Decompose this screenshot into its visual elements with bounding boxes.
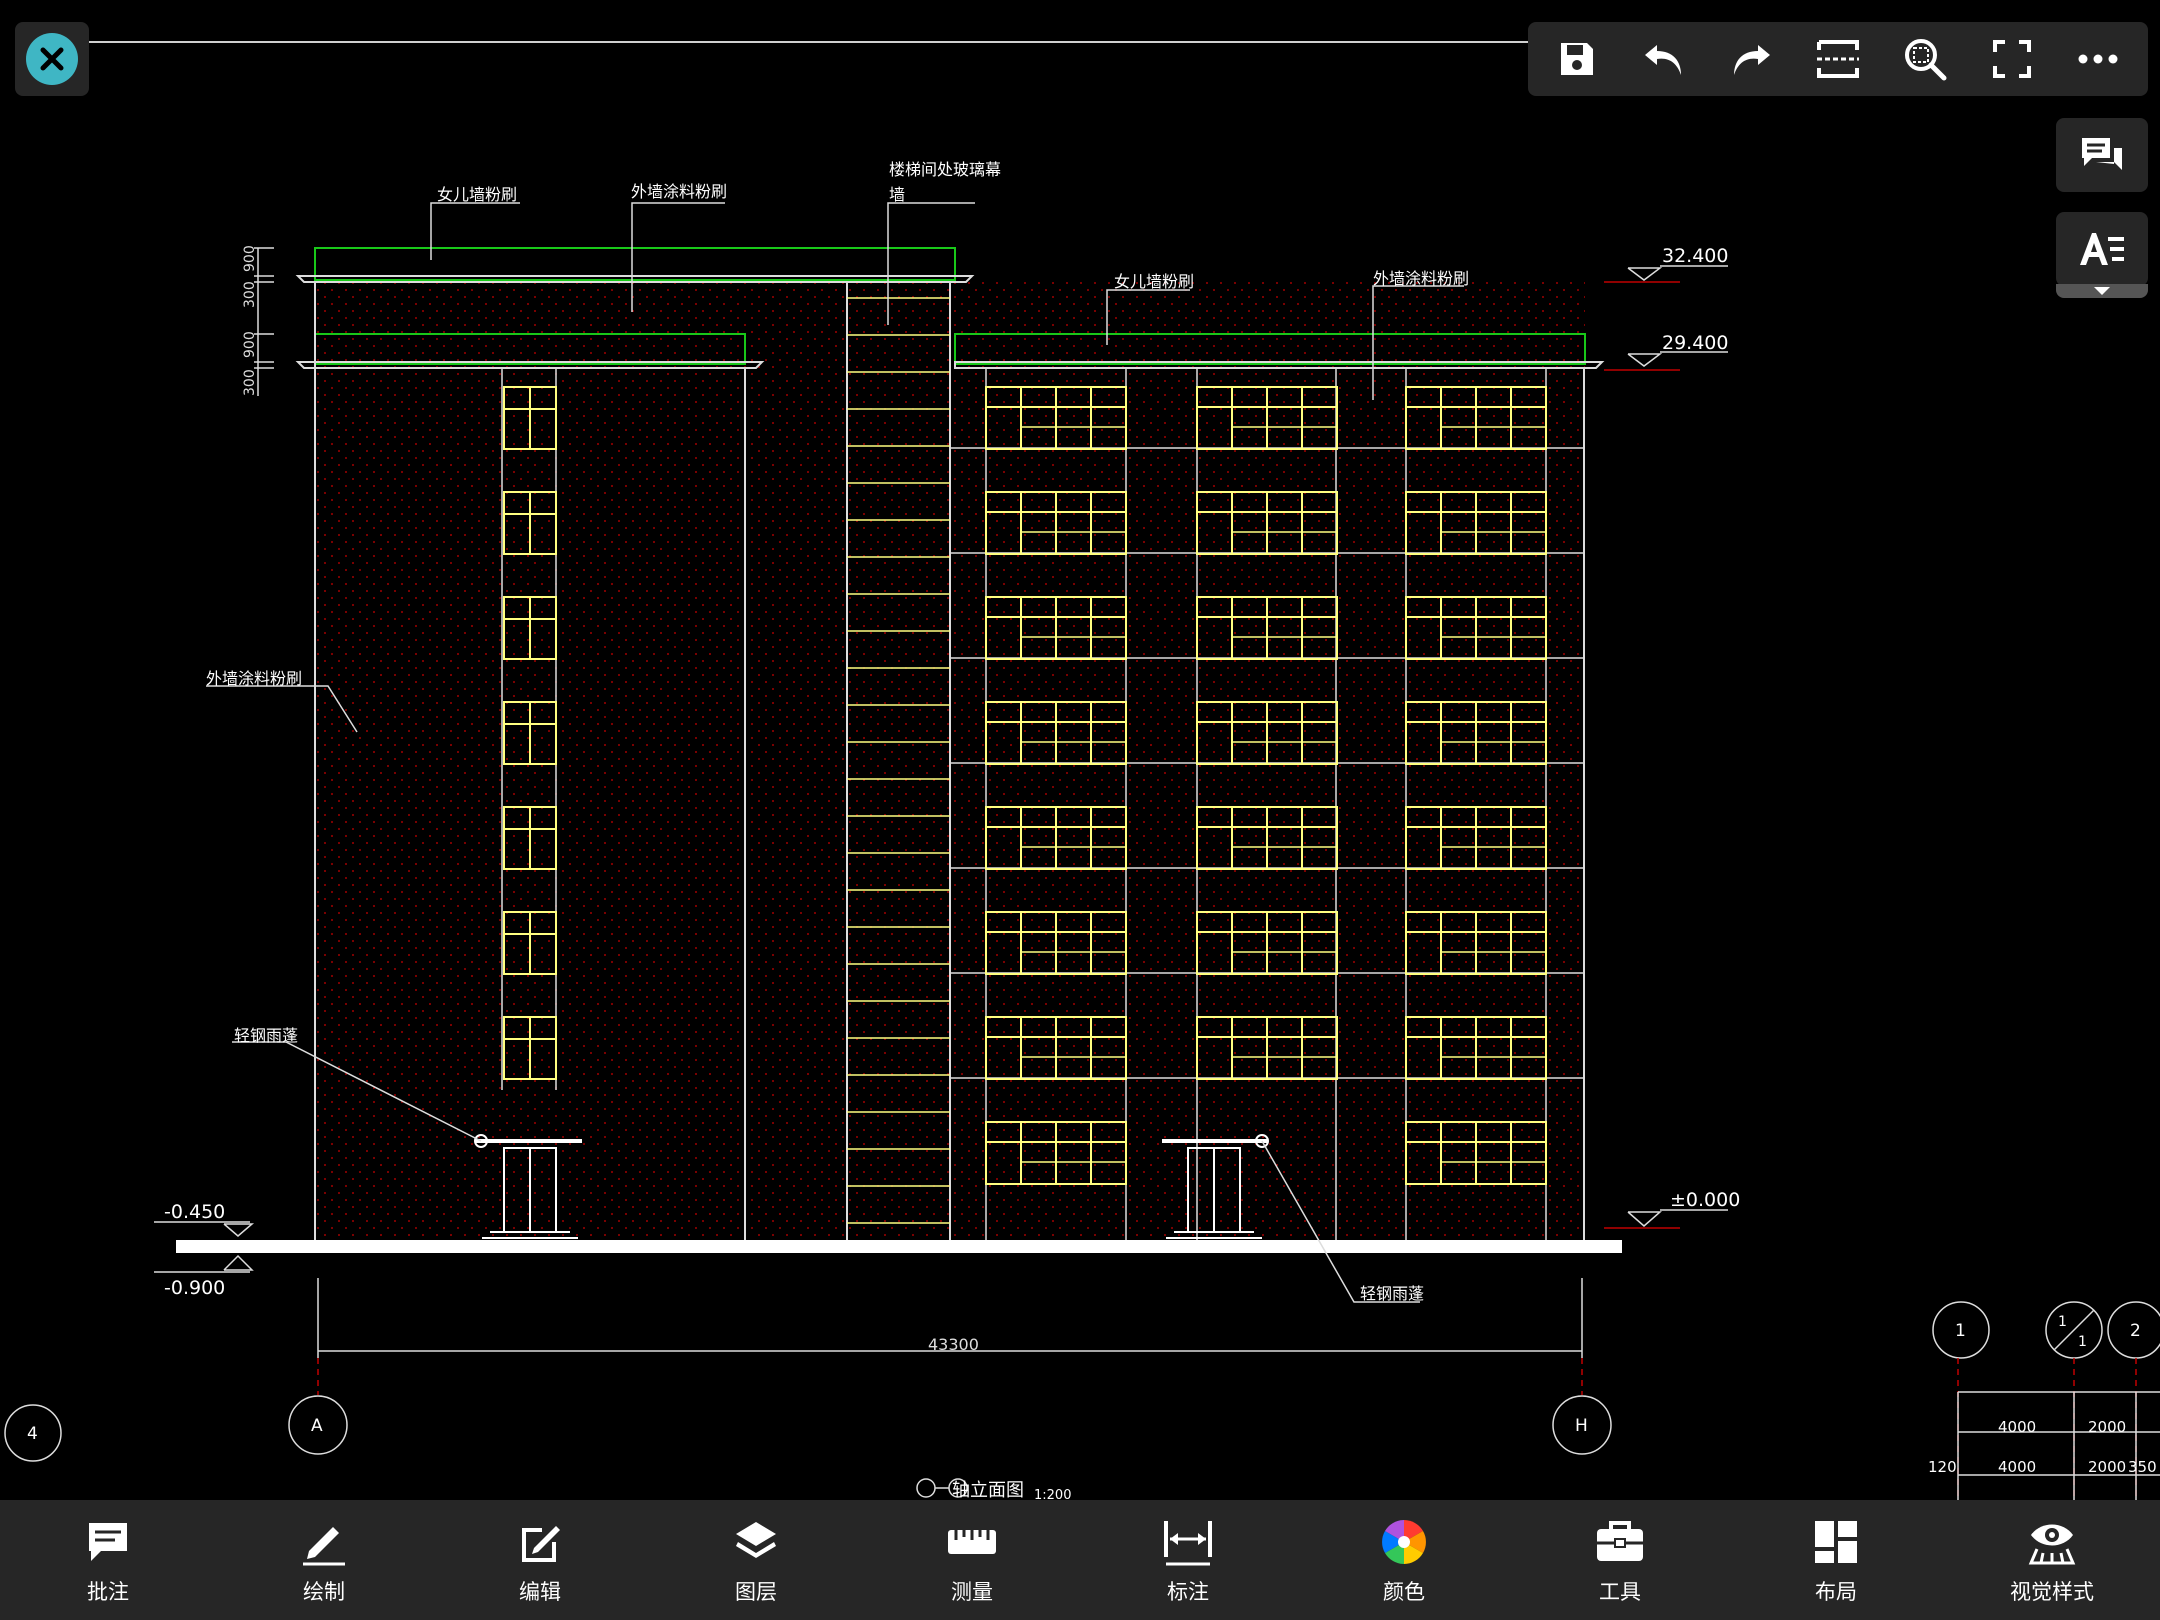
side-panel-expand[interactable]	[2056, 284, 2148, 298]
comment-button[interactable]	[2056, 118, 2148, 192]
edit-label: 编辑	[519, 1580, 561, 1604]
save-icon[interactable]	[1542, 24, 1612, 94]
axis-1-1b: 1	[2078, 1334, 2087, 1350]
note-parapet-right: 女儿墙粉刷	[1114, 272, 1194, 291]
pencil-icon	[296, 1514, 352, 1570]
annotate-label: 批注	[87, 1580, 129, 1604]
dimension-button[interactable]: 标注	[1113, 1514, 1263, 1606]
text-style-icon	[2080, 233, 2124, 265]
annotate-button[interactable]: 批注	[33, 1514, 183, 1606]
axis-bubbles: A H 4 1 1 1 2	[4, 1301, 2160, 1462]
cad-drawing-canvas[interactable]: 女儿墙粉刷 外墙涂料粉刷 楼梯间处玻璃幕 墙 女儿墙粉刷 外墙涂料粉刷 外墙涂料…	[0, 0, 2160, 1500]
dim-left-1: 900	[242, 245, 258, 272]
draw-label: 绘制	[303, 1580, 345, 1604]
more-icon[interactable]	[2063, 24, 2133, 94]
note-wall-right: 外墙涂料粉刷	[1373, 269, 1469, 288]
elev-top: 32.400	[1662, 245, 1728, 267]
layout-icon	[1808, 1514, 1864, 1570]
dimension-icon	[1160, 1514, 1216, 1570]
note-canopy-left: 轻钢雨蓬	[234, 1026, 298, 1045]
note-wall-top: 外墙涂料粉刷	[631, 182, 727, 201]
text-style-button[interactable]	[2056, 212, 2148, 286]
elev-upper: 29.400	[1662, 332, 1728, 354]
undo-icon[interactable]	[1629, 24, 1699, 94]
plan-dim-4: 2000	[2088, 1458, 2126, 1476]
comment-icon	[2082, 138, 2122, 170]
ruler-icon	[944, 1514, 1000, 1570]
dimension-label: 标注	[1167, 1580, 1209, 1604]
note-canopy-right: 轻钢雨蓬	[1360, 1284, 1424, 1303]
note-stair-glass-2: 墙	[889, 185, 905, 204]
measure-label: 测量	[951, 1580, 993, 1604]
drawing-title: 轴立面图 1:200	[916, 1478, 1071, 1500]
color-wheel-icon	[1376, 1514, 1432, 1570]
plan-dim-2: 2000	[2088, 1418, 2126, 1436]
plan-dim-6: 120	[1928, 1458, 1957, 1476]
fullscreen-icon[interactable]	[1977, 24, 2047, 94]
chevron-down-icon	[2094, 287, 2110, 295]
note-stair-glass-1: 楼梯间处玻璃幕	[889, 160, 1001, 179]
elev-ground: ±0.000	[1670, 1189, 1740, 1211]
building-elevation	[176, 247, 1622, 1253]
dim-left-3: 900	[242, 331, 258, 358]
axis-a: A	[311, 1416, 323, 1436]
visual-style-button[interactable]: 视觉样式	[1977, 1514, 2127, 1606]
layers-label: 图层	[735, 1580, 777, 1604]
left-height-dims: 900 300 900 300	[242, 245, 274, 396]
note-wall-left: 外墙涂料粉刷	[206, 669, 302, 688]
measure-button[interactable]: 测量	[897, 1514, 1047, 1606]
dim-left-4: 300	[242, 369, 258, 396]
plan-dim-3: 4000	[1998, 1458, 2036, 1476]
crop-icon[interactable]	[1803, 24, 1873, 94]
tools-button[interactable]: 工具	[1545, 1514, 1695, 1606]
visual-style-label: 视觉样式	[2010, 1580, 2094, 1604]
color-label: 颜色	[1383, 1580, 1425, 1604]
close-icon	[26, 33, 78, 85]
tools-label: 工具	[1599, 1580, 1641, 1604]
plan-dim-5: 350	[2128, 1458, 2157, 1476]
color-button[interactable]: 颜色	[1329, 1514, 1479, 1606]
bottom-toolbar: 批注 绘制 编辑 图层 测量 标注 颜色 工具 布局 视觉样式	[0, 1500, 2160, 1620]
elev-minus-1: -0.450	[164, 1201, 225, 1223]
layout-label: 布局	[1815, 1580, 1857, 1604]
top-toolbar	[1528, 22, 2148, 96]
elev-minus-2: -0.900	[164, 1277, 225, 1299]
redo-icon[interactable]	[1716, 24, 1786, 94]
axis-h: H	[1575, 1416, 1588, 1436]
layers-icon	[728, 1514, 784, 1570]
drawing-scale: 1:200	[1034, 1488, 1071, 1500]
axis-4: 4	[27, 1424, 38, 1444]
draw-button[interactable]: 绘制	[249, 1514, 399, 1606]
toolbox-icon	[1592, 1514, 1648, 1570]
annotate-icon	[80, 1514, 136, 1570]
close-button[interactable]	[15, 22, 89, 96]
right-partial-plan: 4000 2000 4000 2000 350 120	[1928, 1358, 2160, 1500]
zoom-icon[interactable]	[1890, 24, 1960, 94]
plan-dim-1: 4000	[1998, 1418, 2036, 1436]
note-parapet-left: 女儿墙粉刷	[437, 185, 517, 204]
visual-style-icon	[2024, 1514, 2080, 1570]
axis-2: 2	[2130, 1321, 2141, 1341]
dim-total: 43300	[928, 1335, 979, 1354]
edit-icon	[512, 1514, 568, 1570]
edit-button[interactable]: 编辑	[465, 1514, 615, 1606]
axis-1-1a: 1	[2058, 1314, 2067, 1330]
layout-button[interactable]: 布局	[1761, 1514, 1911, 1606]
drawing-title-text: 轴立面图	[952, 1480, 1024, 1500]
dim-left-2: 300	[242, 281, 258, 308]
layers-button[interactable]: 图层	[681, 1514, 831, 1606]
axis-1: 1	[1955, 1321, 1966, 1341]
